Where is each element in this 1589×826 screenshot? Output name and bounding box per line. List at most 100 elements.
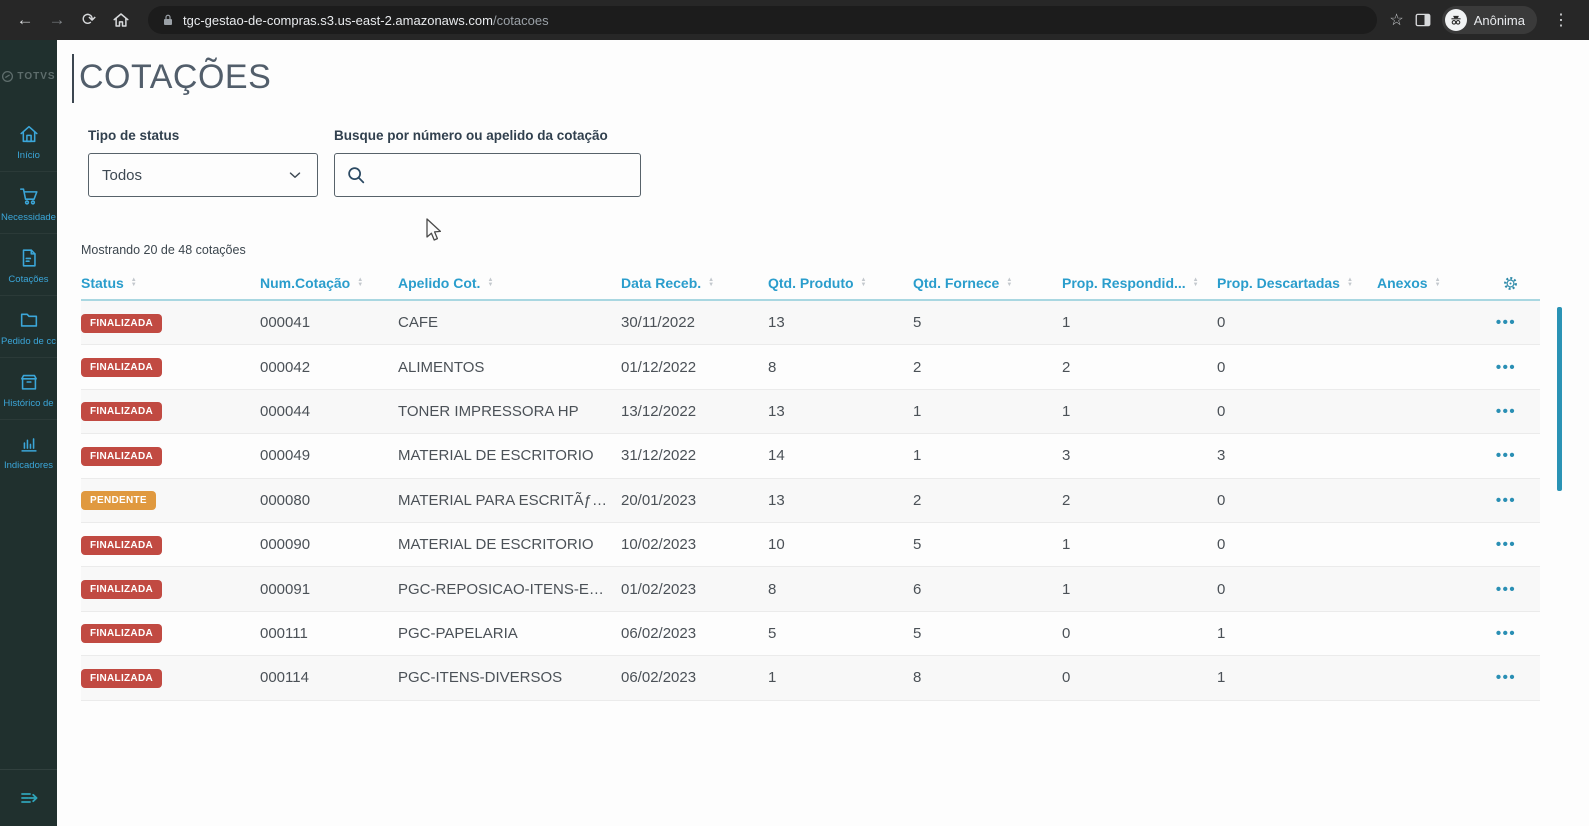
status-filter: Tipo de status Todos <box>88 128 318 197</box>
row-actions-button[interactable]: ••• <box>1496 359 1516 376</box>
cell-qtd-fornece: 5 <box>913 625 1062 642</box>
column-header-qtd-fornece[interactable]: Qtd. Fornece▲▼ <box>913 275 1062 291</box>
column-header-qtd-produto[interactable]: Qtd. Produto▲▼ <box>768 275 913 291</box>
bookmark-star-icon[interactable]: ☆ <box>1389 10 1403 30</box>
cell-actions: ••• <box>1480 314 1540 331</box>
cell-prop-respondidas: 0 <box>1062 625 1217 642</box>
sidebar-item-pedido[interactable]: Pedido de cc <box>0 295 57 357</box>
cell-status: FINALIZADA <box>81 401 260 421</box>
cell-status: FINALIZADA <box>81 357 260 377</box>
column-header-prop-respondidas[interactable]: Prop. Respondid...▲▼ <box>1062 275 1217 291</box>
cotacoes-table: Status▲▼ Num.Cotação▲▼ Apelido Cot.▲▼ Da… <box>81 267 1540 701</box>
browser-home-button[interactable] <box>106 5 136 35</box>
column-header-status[interactable]: Status▲▼ <box>81 275 260 291</box>
cell-apelido: CAFE <box>398 314 621 331</box>
address-bar[interactable]: tgc-gestao-de-compras.s3.us-east-2.amazo… <box>148 6 1377 34</box>
cell-prop-respondidas: 0 <box>1062 669 1217 686</box>
column-header-anexos[interactable]: Anexos▲▼ <box>1377 275 1480 291</box>
sort-icon[interactable]: ▲▼ <box>357 278 363 288</box>
table-row[interactable]: FINALIZADA 000044 TONER IMPRESSORA HP 13… <box>81 390 1540 434</box>
cell-prop-descartadas: 0 <box>1217 581 1377 598</box>
table-row[interactable]: FINALIZADA 000041 CAFE 30/11/2022 13 5 1… <box>81 301 1540 345</box>
cell-prop-respondidas: 1 <box>1062 536 1217 553</box>
sort-icon[interactable]: ▲▼ <box>487 278 493 288</box>
browser-menu-icon[interactable]: ⋮ <box>1547 10 1575 30</box>
status-filter-value: Todos <box>102 167 142 184</box>
column-header-apelido[interactable]: Apelido Cot.▲▼ <box>398 275 621 291</box>
row-actions-button[interactable]: ••• <box>1496 447 1516 464</box>
search-input[interactable] <box>375 166 630 185</box>
sort-icon[interactable]: ▲▼ <box>708 278 714 288</box>
sidebar-item-label: Histórico de <box>3 398 53 409</box>
cell-apelido: PGC-ITENS-DIVERSOS <box>398 669 621 686</box>
table-row[interactable]: FINALIZADA 000042 ALIMENTOS 01/12/2022 8… <box>81 345 1540 389</box>
sidebar-item-historico[interactable]: Histórico de <box>0 357 57 419</box>
cell-num-cotacao: 000111 <box>260 625 398 642</box>
sort-icon[interactable]: ▲▼ <box>861 278 867 288</box>
sidebar-item-label: Início <box>17 150 40 161</box>
table-settings-button[interactable] <box>1480 275 1540 292</box>
cell-qtd-produto: 10 <box>768 536 913 553</box>
cell-prop-respondidas: 1 <box>1062 314 1217 331</box>
browser-back-button[interactable]: ← <box>10 5 40 35</box>
chevron-down-icon <box>286 166 304 184</box>
incognito-profile-badge[interactable]: Anônima <box>1442 6 1537 34</box>
table-scrollbar[interactable] <box>1557 307 1562 491</box>
sort-icon[interactable]: ▲▼ <box>1006 278 1012 288</box>
sidebar-item-necessidade[interactable]: Necessidade <box>0 171 57 233</box>
results-summary: Mostrando 20 de 48 cotações <box>81 243 1589 257</box>
row-actions-button[interactable]: ••• <box>1496 625 1516 642</box>
cell-num-cotacao: 000080 <box>260 492 398 509</box>
browser-reload-button[interactable]: ⟳ <box>74 5 104 35</box>
sidebar-item-cotacoes[interactable]: Cotações <box>0 233 57 295</box>
cell-status: FINALIZADA <box>81 446 260 466</box>
cell-data-receb: 01/12/2022 <box>621 359 768 376</box>
cell-num-cotacao: 000114 <box>260 669 398 686</box>
cell-num-cotacao: 000090 <box>260 536 398 553</box>
sort-icon[interactable]: ▲▼ <box>1435 278 1441 288</box>
sort-icon[interactable]: ▲▼ <box>131 278 137 288</box>
row-actions-button[interactable]: ••• <box>1496 536 1516 553</box>
cell-qtd-fornece: 1 <box>913 447 1062 464</box>
sort-icon[interactable]: ▲▼ <box>1193 278 1199 288</box>
column-header-data-receb[interactable]: Data Receb.▲▼ <box>621 275 768 291</box>
status-filter-select[interactable]: Todos <box>88 153 318 197</box>
cell-qtd-produto: 5 <box>768 625 913 642</box>
cart-icon <box>18 185 40 207</box>
cell-data-receb: 31/12/2022 <box>621 447 768 464</box>
row-actions-button[interactable]: ••• <box>1496 669 1516 686</box>
status-badge: PENDENTE <box>81 491 156 510</box>
cell-actions: ••• <box>1480 403 1540 420</box>
table-row[interactable]: PENDENTE 000080 MATERIAL PARA ESCRITÃƒâ€… <box>81 479 1540 523</box>
table-row[interactable]: FINALIZADA 000049 MATERIAL DE ESCRITORIO… <box>81 434 1540 478</box>
status-badge: FINALIZADA <box>81 447 162 466</box>
row-actions-button[interactable]: ••• <box>1496 314 1516 331</box>
table-row[interactable]: FINALIZADA 000114 PGC-ITENS-DIVERSOS 06/… <box>81 656 1540 700</box>
row-actions-button[interactable]: ••• <box>1496 492 1516 509</box>
table-row[interactable]: FINALIZADA 000111 PGC-PAPELARIA 06/02/20… <box>81 612 1540 656</box>
sidebar-item-indicadores[interactable]: Indicadores <box>0 419 57 481</box>
table-header: Status▲▼ Num.Cotação▲▼ Apelido Cot.▲▼ Da… <box>81 267 1540 299</box>
screen: { "browser": { "url_host": "tgc-gestao-d… <box>0 0 1589 826</box>
cell-num-cotacao: 000049 <box>260 447 398 464</box>
sort-icon[interactable]: ▲▼ <box>1347 278 1353 288</box>
cell-actions: ••• <box>1480 625 1540 642</box>
cell-actions: ••• <box>1480 581 1540 598</box>
row-actions-button[interactable]: ••• <box>1496 581 1516 598</box>
search-box <box>334 153 641 197</box>
archive-icon <box>18 371 40 393</box>
column-header-prop-descartadas[interactable]: Prop. Descartadas▲▼ <box>1217 275 1377 291</box>
browser-forward-button[interactable]: → <box>42 5 72 35</box>
column-header-num-cotacao[interactable]: Num.Cotação▲▼ <box>260 275 398 291</box>
text-cursor <box>72 54 74 103</box>
cell-qtd-produto: 13 <box>768 492 913 509</box>
table-row[interactable]: FINALIZADA 000091 PGC-REPOSICAO-ITENS-ES… <box>81 567 1540 611</box>
table-row[interactable]: FINALIZADA 000090 MATERIAL DE ESCRITORIO… <box>81 523 1540 567</box>
cell-prop-respondidas: 2 <box>1062 359 1217 376</box>
totvs-logo-icon <box>1 70 14 83</box>
sidebar-expand-button[interactable] <box>0 769 57 826</box>
row-actions-button[interactable]: ••• <box>1496 403 1516 420</box>
side-panel-icon[interactable] <box>1414 11 1432 29</box>
sidebar-item-inicio[interactable]: Início <box>0 110 57 171</box>
status-badge: FINALIZADA <box>81 624 162 643</box>
